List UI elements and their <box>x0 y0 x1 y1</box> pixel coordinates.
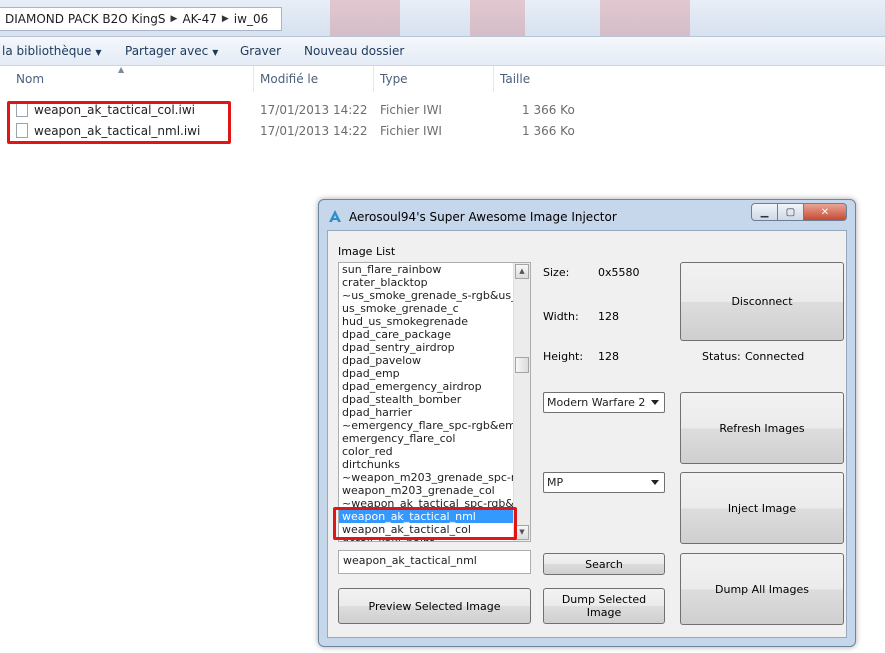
share-menu[interactable]: Partager avec ▼ <box>125 44 218 58</box>
breadcrumb-item[interactable]: iw_06 <box>229 12 273 26</box>
mode-select[interactable]: MP <box>543 472 665 493</box>
height-value: 128 <box>598 350 619 363</box>
close-icon: ✕ <box>820 206 830 218</box>
minimize-button[interactable]: ▁ <box>751 203 778 221</box>
new-folder-button[interactable]: Nouveau dossier <box>304 44 404 58</box>
image-list-item[interactable]: dpad_sentry_airdrop <box>339 341 515 354</box>
column-name[interactable]: Nom <box>0 66 254 92</box>
image-list-item[interactable]: color_red <box>339 445 515 458</box>
file-type: Fichier IWI <box>380 103 442 117</box>
share-label: Partager avec <box>125 44 209 58</box>
image-list-item[interactable]: dpad_harrier <box>339 406 515 419</box>
dump-all-button[interactable]: Dump All Images <box>680 553 844 625</box>
title-bar[interactable]: Aerosoul94's Super Awesome Image Injecto… <box>319 200 855 232</box>
image-list-item[interactable]: ~us_smoke_grenade_s-rgb&us_sm <box>339 289 515 302</box>
scroll-up-icon[interactable]: ▲ <box>515 264 529 279</box>
file-size: 1 366 Ko <box>522 103 575 117</box>
status-label: Status: <box>702 350 741 363</box>
highlight-box <box>7 101 231 144</box>
game-select[interactable]: Modern Warfare 2 <box>543 392 665 413</box>
dropdown-arrow-icon: ▼ <box>95 48 102 57</box>
column-modified[interactable]: Modifié le <box>254 66 374 92</box>
library-menu[interactable]: la bibliothèque ▼ <box>2 44 102 58</box>
chevron-right-icon[interactable]: ▶ <box>171 14 178 24</box>
dropdown-arrow-icon <box>651 480 659 485</box>
refresh-images-button[interactable]: Refresh Images <box>680 392 844 464</box>
search-input[interactable]: weapon_ak_tactical_nml <box>338 550 531 574</box>
scroll-down-icon[interactable]: ▼ <box>515 525 529 540</box>
search-button[interactable]: Search <box>543 553 665 575</box>
column-type[interactable]: Type <box>374 66 494 92</box>
image-list-item[interactable]: hud_us_smokegrenade <box>339 315 515 328</box>
burn-button[interactable]: Graver <box>240 44 281 58</box>
mode-select-value: MP <box>547 476 564 489</box>
dropdown-arrow-icon <box>651 400 659 405</box>
injector-window: Aerosoul94's Super Awesome Image Injecto… <box>318 199 856 647</box>
highlight-box <box>333 507 517 540</box>
address-bar: DIAMOND PACK B2O KingS ▶ AK-47 ▶ iw_06 <box>0 0 885 37</box>
file-size: 1 366 Ko <box>522 124 575 138</box>
client-area: Image List sun_flare_rainbow crater_black… <box>327 230 847 638</box>
file-modified: 17/01/2013 14:22 <box>260 103 368 117</box>
command-bar: la bibliothèque ▼ Partager avec ▼ Graver N… <box>0 37 885 66</box>
breadcrumb: DIAMOND PACK B2O KingS ▶ AK-47 ▶ iw_06 <box>0 7 283 31</box>
breadcrumb-item[interactable]: DIAMOND PACK B2O KingS <box>0 12 171 26</box>
size-value: 0x5580 <box>598 266 640 279</box>
image-list-item[interactable]: dpad_pavelow <box>339 354 515 367</box>
image-list-item[interactable]: us_smoke_grenade_c <box>339 302 515 315</box>
image-list-label: Image List <box>338 245 396 258</box>
image-list-item[interactable]: sun_flare_rainbow <box>339 263 515 276</box>
background-art <box>330 0 400 36</box>
breadcrumb-item[interactable]: AK-47 <box>177 12 221 26</box>
image-list-item[interactable]: dpad_care_package <box>339 328 515 341</box>
file-type: Fichier IWI <box>380 124 442 138</box>
scroll-thumb[interactable] <box>515 357 529 373</box>
image-list-item[interactable]: ~emergency_flare_spc-rgb&emer <box>339 419 515 432</box>
image-list-item[interactable]: dpad_emp <box>339 367 515 380</box>
width-value: 128 <box>598 310 619 323</box>
background-art <box>600 0 690 36</box>
list-scrollbar[interactable]: ▲ ▼ <box>513 263 530 541</box>
column-size[interactable]: Taille <box>494 66 574 92</box>
image-list-item[interactable]: weapon_m203_grenade_col <box>339 484 515 497</box>
window-controls: ▁ ▢ ✕ <box>751 203 847 221</box>
background-art <box>470 0 525 36</box>
height-label: Height: <box>543 350 584 363</box>
status-value: Connected <box>745 350 805 363</box>
image-listbox[interactable]: sun_flare_rainbow crater_blacktop ~us_smok… <box>338 262 531 542</box>
dropdown-arrow-icon: ▼ <box>212 48 219 57</box>
file-modified: 17/01/2013 14:22 <box>260 124 368 138</box>
column-header: ▲ Nom Modifié le Type Taille <box>0 65 885 92</box>
image-list-item[interactable]: dirtchunks <box>339 458 515 471</box>
minimize-icon: ▁ <box>760 206 769 218</box>
image-list-item[interactable]: crater_blacktop <box>339 276 515 289</box>
close-button[interactable]: ✕ <box>804 203 847 221</box>
width-label: Width: <box>543 310 579 323</box>
window-title: Aerosoul94's Super Awesome Image Injecto… <box>349 210 617 224</box>
image-list-item[interactable]: emergency_flare_col <box>339 432 515 445</box>
maximize-button[interactable]: ▢ <box>778 203 804 221</box>
library-label: la bibliothèque <box>2 44 92 58</box>
inject-image-button[interactable]: Inject Image <box>680 472 844 544</box>
preview-selected-button[interactable]: Preview Selected Image <box>338 588 531 624</box>
image-list-items: sun_flare_rainbow crater_blacktop ~us_smok… <box>339 263 515 541</box>
disconnect-button[interactable]: Disconnect <box>680 262 844 341</box>
chevron-right-icon[interactable]: ▶ <box>222 14 229 24</box>
image-list-item[interactable]: dpad_stealth_bomber <box>339 393 515 406</box>
game-select-value: Modern Warfare 2 <box>547 396 646 409</box>
image-list-item[interactable]: dpad_emergency_airdrop <box>339 380 515 393</box>
app-icon <box>329 210 341 222</box>
maximize-icon: ▢ <box>785 206 796 218</box>
size-label: Size: <box>543 266 570 279</box>
dump-selected-button[interactable]: Dump Selected Image <box>543 588 665 624</box>
image-list-item[interactable]: ~weapon_m203_grenade_spc-r47 <box>339 471 515 484</box>
